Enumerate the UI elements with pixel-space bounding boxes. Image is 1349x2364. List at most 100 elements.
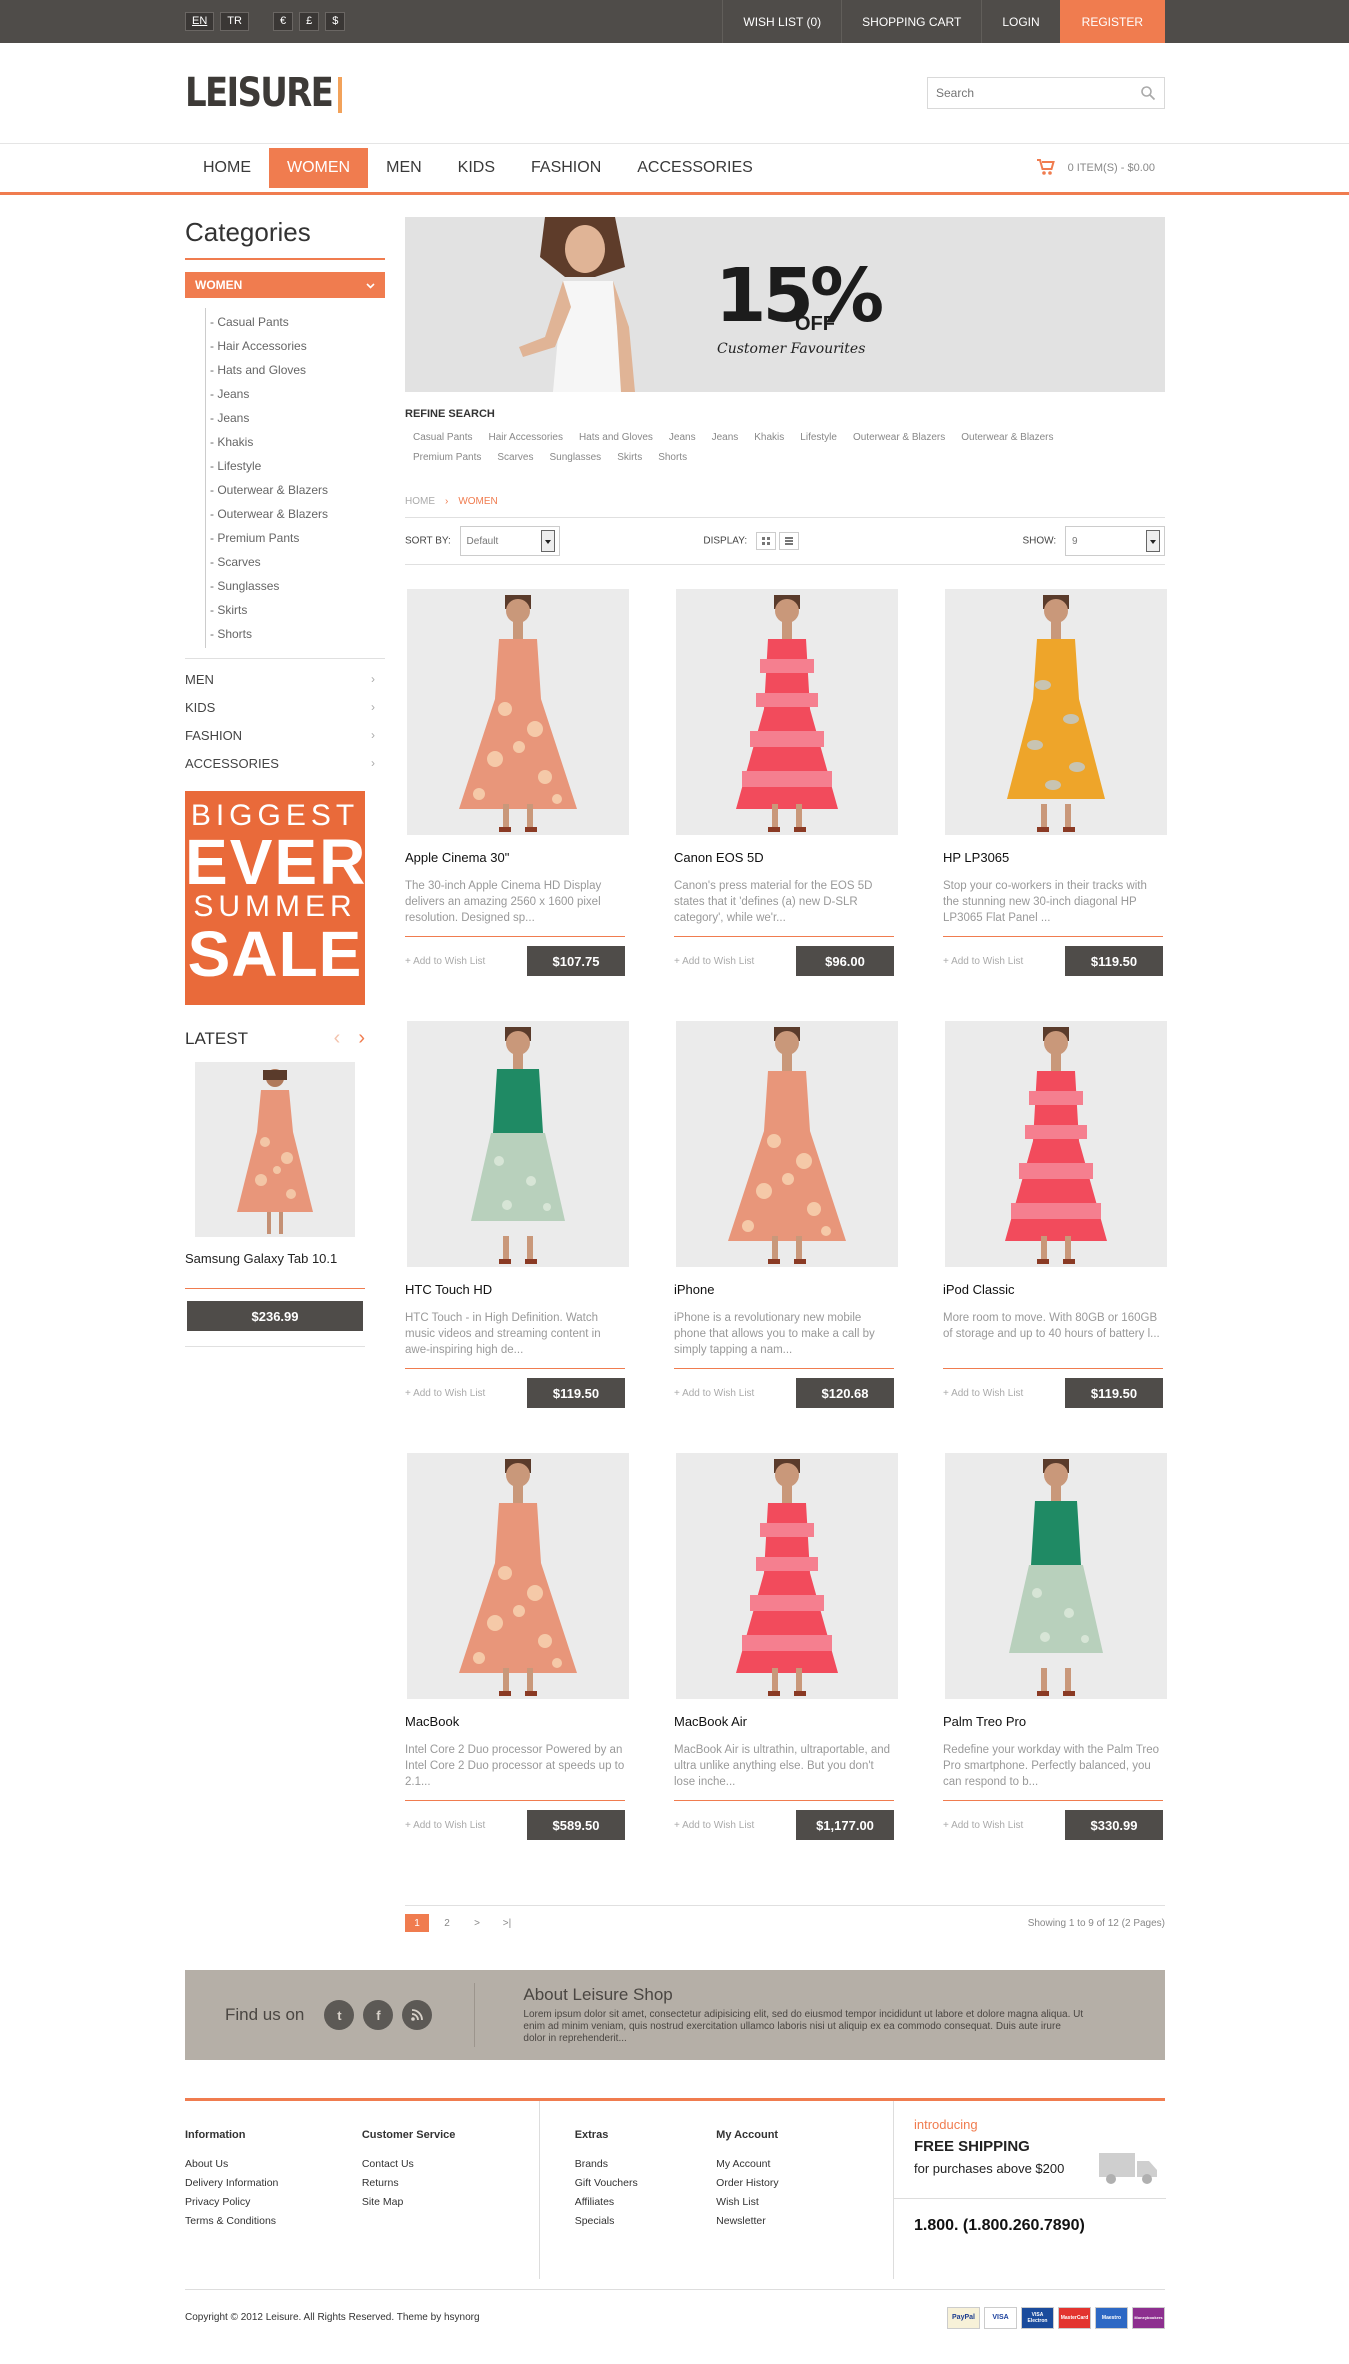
product-image[interactable] <box>407 1453 629 1699</box>
footer-link[interactable]: My Account <box>716 2155 893 2174</box>
product-name[interactable]: MacBook Air <box>674 1714 902 1730</box>
currency-pound[interactable]: £ <box>299 12 320 31</box>
register-button[interactable]: REGISTER <box>1059 0 1165 43</box>
breadcrumb-home[interactable]: HOME <box>405 496 435 507</box>
search-input[interactable] <box>936 86 1116 100</box>
category-item[interactable]: MEN › <box>185 665 385 693</box>
footer-link[interactable]: Terms & Conditions <box>185 2212 362 2231</box>
add-to-wishlist-link[interactable]: + Add to Wish List <box>405 1388 485 1399</box>
add-to-wishlist-link[interactable]: + Add to Wish List <box>674 1388 754 1399</box>
login-link[interactable]: LOGIN <box>981 0 1059 43</box>
product-name[interactable]: Palm Treo Pro <box>943 1714 1171 1730</box>
subcategory-item[interactable]: - Hair Accessories <box>210 334 385 358</box>
product-price-button[interactable]: $589.50 <box>527 1810 625 1840</box>
chevron-left-icon[interactable]: ‹ <box>334 1027 341 1050</box>
language-en[interactable]: EN <box>185 12 215 31</box>
subcategory-item[interactable]: - Lifestyle <box>210 454 385 478</box>
nav-item-men[interactable]: MEN <box>368 148 440 188</box>
show-select[interactable]: 9 <box>1065 526 1165 556</box>
product-image[interactable] <box>676 589 898 835</box>
summer-sale-banner[interactable]: BIGGEST EVER SUMMER SALE <box>185 791 365 1005</box>
subcategory-item[interactable]: - Outerwear & Blazers <box>210 502 385 526</box>
product-name[interactable]: Apple Cinema 30" <box>405 850 633 866</box>
product-name[interactable]: iPod Classic <box>943 1282 1171 1298</box>
add-to-wishlist-link[interactable]: + Add to Wish List <box>674 1820 754 1831</box>
refine-link[interactable]: Outerwear & Blazers <box>853 428 945 448</box>
subcategory-item[interactable]: - Premium Pants <box>210 526 385 550</box>
page-link[interactable]: > <box>465 1914 489 1932</box>
twitter-icon[interactable]: t <box>324 2000 355 2030</box>
grid-view-icon[interactable] <box>755 532 776 550</box>
subcategory-item[interactable]: - Casual Pants <box>210 310 385 334</box>
subcategory-item[interactable]: - Jeans <box>210 406 385 430</box>
product-image[interactable] <box>945 589 1167 835</box>
chevron-right-icon[interactable]: › <box>358 1027 365 1050</box>
currency-dollar[interactable]: $ <box>325 12 346 31</box>
product-image[interactable] <box>676 1021 898 1267</box>
sort-select[interactable]: Default <box>459 526 560 556</box>
product-name[interactable]: HTC Touch HD <box>405 1282 633 1298</box>
rss-icon[interactable] <box>402 2000 433 2030</box>
product-image[interactable] <box>676 1453 898 1699</box>
latest-product-image[interactable] <box>195 1062 355 1237</box>
latest-product-name[interactable]: Samsung Galaxy Tab 10.1 <box>185 1251 385 1266</box>
category-item[interactable]: FASHION › <box>185 721 385 749</box>
product-price-button[interactable]: $120.68 <box>796 1378 894 1408</box>
subcategory-item[interactable]: - Skirts <box>210 598 385 622</box>
subcategory-item[interactable]: - Sunglasses <box>210 574 385 598</box>
footer-link[interactable]: Site Map <box>362 2193 539 2212</box>
page-link[interactable]: 2 <box>435 1914 459 1932</box>
footer-link[interactable]: Newsletter <box>716 2212 893 2231</box>
subcategory-item[interactable]: - Scarves <box>210 550 385 574</box>
footer-link[interactable]: Affiliates <box>575 2193 716 2212</box>
footer-link[interactable]: Returns <box>362 2174 539 2193</box>
add-to-wishlist-link[interactable]: + Add to Wish List <box>943 1820 1023 1831</box>
subcategory-item[interactable]: - Jeans <box>210 382 385 406</box>
search-icon[interactable] <box>1140 85 1156 101</box>
shopping-cart-link[interactable]: SHOPPING CART <box>841 0 981 43</box>
refine-link[interactable]: Hats and Gloves <box>579 428 653 448</box>
logo[interactable]: LEISURE <box>185 73 343 113</box>
product-price-button[interactable]: $1,177.00 <box>796 1810 894 1840</box>
language-tr[interactable]: TR <box>220 12 249 31</box>
product-name[interactable]: MacBook <box>405 1714 633 1730</box>
footer-link[interactable]: Delivery Information <box>185 2174 362 2193</box>
list-view-icon[interactable] <box>778 532 799 550</box>
footer-link[interactable]: Privacy Policy <box>185 2193 362 2212</box>
add-to-wishlist-link[interactable]: + Add to Wish List <box>405 956 485 967</box>
product-name[interactable]: Canon EOS 5D <box>674 850 902 866</box>
footer-link[interactable]: Contact Us <box>362 2155 539 2174</box>
page-link[interactable]: >| <box>495 1914 519 1932</box>
product-price-button[interactable]: $119.50 <box>527 1378 625 1408</box>
nav-item-accessories[interactable]: ACCESSORIES <box>619 148 771 188</box>
subcategory-item[interactable]: - Shorts <box>210 622 385 646</box>
currency-euro[interactable]: € <box>272 12 294 31</box>
product-price-button[interactable]: $107.75 <box>527 946 625 976</box>
category-women[interactable]: WOMEN <box>185 272 385 298</box>
refine-link[interactable]: Shorts <box>658 448 687 468</box>
refine-link[interactable]: Casual Pants <box>413 428 472 448</box>
refine-link[interactable]: Hair Accessories <box>488 428 562 448</box>
category-item[interactable]: ACCESSORIES › <box>185 749 385 777</box>
refine-link[interactable]: Khakis <box>754 428 784 448</box>
product-image[interactable] <box>945 1021 1167 1267</box>
product-price-button[interactable]: $119.50 <box>1065 1378 1163 1408</box>
refine-link[interactable]: Outerwear & Blazers <box>961 428 1053 448</box>
footer-link[interactable]: Brands <box>575 2155 716 2174</box>
nav-item-kids[interactable]: KIDS <box>440 148 513 188</box>
refine-link[interactable]: Skirts <box>617 448 642 468</box>
page-link[interactable]: 1 <box>405 1914 429 1932</box>
product-image[interactable] <box>407 1021 629 1267</box>
add-to-wishlist-link[interactable]: + Add to Wish List <box>405 1820 485 1831</box>
footer-link[interactable]: Order History <box>716 2174 893 2193</box>
nav-item-home[interactable]: HOME <box>185 148 269 188</box>
subcategory-item[interactable]: - Khakis <box>210 430 385 454</box>
mini-cart[interactable]: 0 ITEM(S) - $0.00 <box>1036 158 1155 179</box>
facebook-icon[interactable]: f <box>363 2000 394 2030</box>
product-price-button[interactable]: $330.99 <box>1065 1810 1163 1840</box>
product-name[interactable]: iPhone <box>674 1282 902 1298</box>
product-image[interactable] <box>407 589 629 835</box>
refine-link[interactable]: Lifestyle <box>800 428 837 448</box>
footer-link[interactable]: Gift Vouchers <box>575 2174 716 2193</box>
subcategory-item[interactable]: - Outerwear & Blazers <box>210 478 385 502</box>
